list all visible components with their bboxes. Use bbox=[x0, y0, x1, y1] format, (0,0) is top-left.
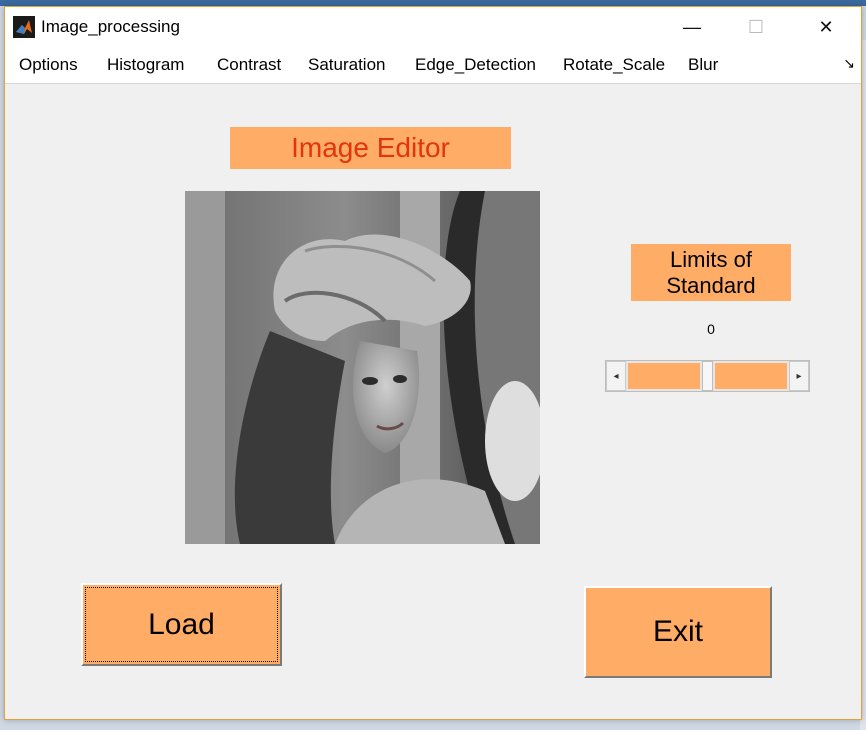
portrait-image bbox=[185, 191, 540, 544]
chevron-right-icon: ▸ bbox=[796, 370, 802, 382]
image-display bbox=[185, 191, 540, 544]
minimize-icon: — bbox=[683, 16, 701, 37]
limits-label-line2: Standard bbox=[666, 272, 756, 298]
load-button[interactable]: Load bbox=[81, 583, 282, 666]
menu-histogram[interactable]: Histogram bbox=[107, 55, 184, 75]
menu-contrast[interactable]: Contrast bbox=[217, 55, 281, 75]
menu-options[interactable]: Options bbox=[19, 55, 78, 75]
editor-title: Image Editor bbox=[230, 127, 511, 169]
menu-rotate-scale[interactable]: Rotate_Scale bbox=[563, 55, 665, 75]
slider-value: 0 bbox=[707, 321, 715, 337]
slider-track-right[interactable] bbox=[715, 363, 787, 389]
slider-left-button[interactable]: ◂ bbox=[606, 361, 626, 391]
matlab-icon bbox=[13, 16, 35, 38]
window-title: Image_processing bbox=[41, 17, 180, 36]
menu-saturation[interactable]: Saturation bbox=[308, 55, 386, 75]
menu-bar: Options Histogram Contrast Saturation Ed… bbox=[5, 47, 861, 84]
limits-slider[interactable]: ◂ ▸ bbox=[605, 360, 810, 392]
exit-button[interactable]: Exit bbox=[584, 586, 772, 678]
figure-content: Image Editor Limits of Standard 0 ◂ ▸ Lo… bbox=[5, 84, 861, 719]
limits-label: Limits of Standard bbox=[631, 244, 791, 301]
maximize-button[interactable]: ☐ bbox=[733, 7, 779, 47]
slider-track-left[interactable] bbox=[628, 363, 700, 389]
chevron-left-icon: ◂ bbox=[613, 370, 619, 382]
toolbar-overflow-icon[interactable]: ↘ bbox=[843, 55, 855, 72]
limits-label-line1: Limits of bbox=[670, 246, 752, 272]
menu-blur[interactable]: Blur bbox=[688, 55, 718, 75]
close-button[interactable]: ✕ bbox=[803, 7, 849, 47]
close-icon: ✕ bbox=[818, 16, 834, 37]
app-window: Image_processing — ☐ ✕ Options Histogram… bbox=[4, 6, 862, 720]
slider-right-button[interactable]: ▸ bbox=[789, 361, 809, 391]
minimize-button[interactable]: — bbox=[669, 7, 715, 47]
title-bar[interactable]: Image_processing — ☐ ✕ bbox=[5, 7, 861, 47]
menu-edge-detection[interactable]: Edge_Detection bbox=[415, 55, 536, 75]
slider-thumb[interactable] bbox=[702, 361, 713, 391]
maximize-icon: ☐ bbox=[747, 16, 765, 37]
